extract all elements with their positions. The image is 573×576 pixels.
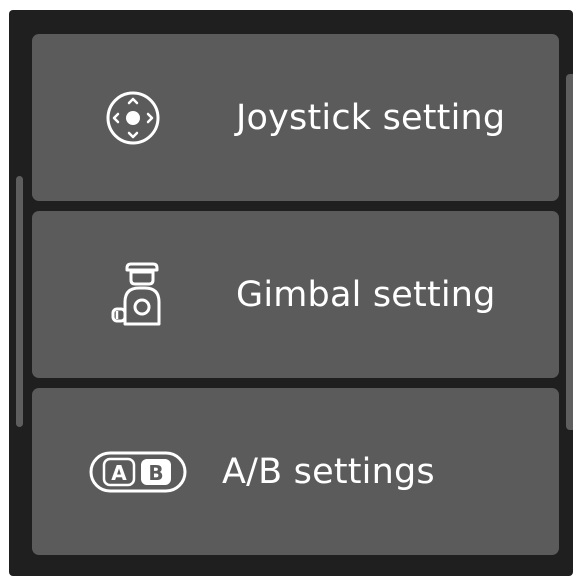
joystick-setting-button[interactable]: Joystick setting [32, 34, 559, 201]
right-scrollbar[interactable] [566, 74, 573, 430]
left-scroll-indicator[interactable] [16, 176, 23, 427]
ab-icon-letter-b: B [148, 461, 163, 485]
ab-buttons-icon: A B [88, 450, 188, 494]
gimbal-icon [105, 260, 173, 330]
joystick-icon [105, 90, 161, 146]
settings-menu-panel: Joystick setting Gimbal setting A B A/B … [9, 10, 573, 576]
gimbal-setting-label: Gimbal setting [236, 274, 496, 315]
joystick-setting-label: Joystick setting [236, 97, 506, 138]
ab-settings-label: A/B settings [222, 451, 435, 492]
gimbal-setting-button[interactable]: Gimbal setting [32, 211, 559, 378]
ab-icon-letter-a: A [111, 461, 127, 485]
ab-settings-button[interactable]: A B A/B settings [32, 388, 559, 555]
